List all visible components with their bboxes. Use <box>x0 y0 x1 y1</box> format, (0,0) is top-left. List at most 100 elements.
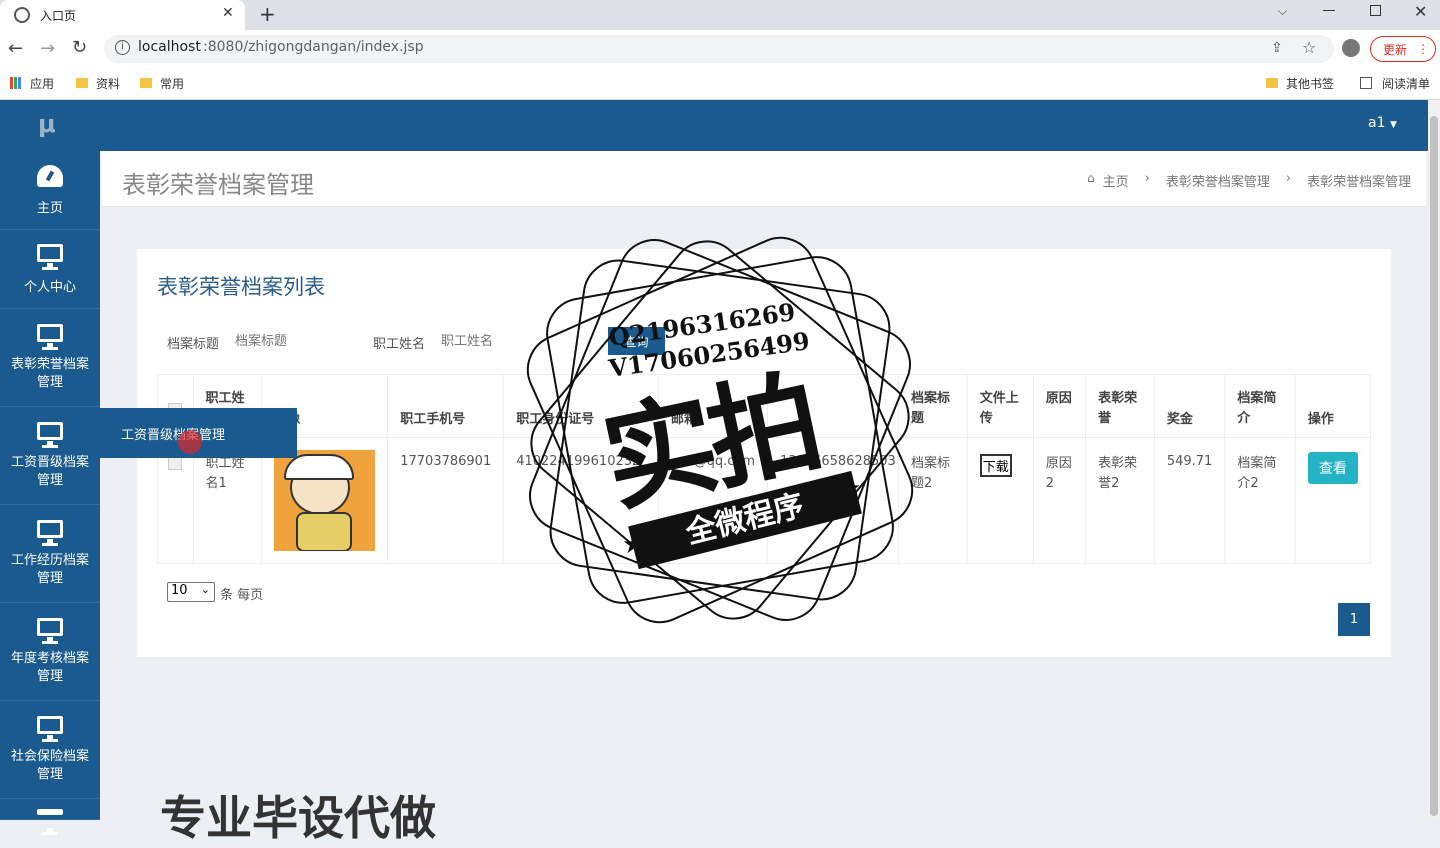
sidebar-item-label: 工作经历档案管理 <box>10 552 89 586</box>
page-size-select[interactable]: 10 ⌄ <box>167 582 215 602</box>
sidebar-item-home[interactable]: 主页 <box>0 151 100 230</box>
sidebar-item-more[interactable] <box>0 799 100 835</box>
name-search-input[interactable] <box>441 329 561 353</box>
cell-bonus: 549.71 <box>1153 437 1226 564</box>
close-tab-icon[interactable]: ✕ <box>222 5 234 21</box>
app-logo[interactable]: μ <box>38 110 56 138</box>
chevron-down-icon: ⌄ <box>200 583 210 596</box>
page-number: 1 <box>1349 612 1359 627</box>
cell-reason: 原因2 <box>1032 437 1087 564</box>
bookmark-other[interactable]: 其他书签 <box>1266 73 1334 93</box>
close-window-icon[interactable]: ✕ <box>1414 2 1427 21</box>
restore-icon[interactable] <box>1370 5 1381 16</box>
column-header <box>767 374 899 438</box>
sidebar-item-insurance[interactable]: 社会保险档案管理 <box>0 701 100 799</box>
data-table: 职工姓名 头像 职工手机号 职工身份证号 邮箱 档案标题 文件上传 原因 表彰荣… <box>157 374 1372 564</box>
bookmark-folder[interactable]: 常用 <box>140 73 184 93</box>
sidebar-item-honor[interactable]: 表彰荣誉档案管理 <box>0 309 100 407</box>
panel-title: 表彰荣誉档案列表 <box>157 275 325 299</box>
cell-id-card: 410224199610232 <box>503 437 659 564</box>
breadcrumb: ⌂ 主页 › 表彰荣誉档案管理 › 表彰荣誉档案管理 <box>1087 171 1411 190</box>
profile-icon[interactable] <box>1342 39 1360 57</box>
row-checkbox[interactable] <box>168 456 182 470</box>
monitor-icon <box>37 243 63 270</box>
sidebar-item-label: 主页 <box>36 200 63 216</box>
bookmark-apps[interactable]: 应用 <box>10 73 54 93</box>
dashboard-icon <box>37 164 63 187</box>
breadcrumb-item[interactable]: 表彰荣誉档案管理 <box>1166 171 1270 190</box>
scrollbar-thumb[interactable] <box>1430 116 1438 816</box>
chevron-right-icon: › <box>1285 171 1292 186</box>
new-tab-icon[interactable]: + <box>259 2 276 26</box>
cell-intro: 档案简介2 <box>1224 437 1296 564</box>
reading-list[interactable]: 阅读清单 <box>1360 73 1430 93</box>
cell-phone: 17703786901 <box>387 437 505 564</box>
bookmark-label: 其他书签 <box>1286 76 1335 91</box>
search-button[interactable]: 查询 <box>608 327 665 355</box>
cell-upload: 下载 <box>966 437 1034 564</box>
more-icon: ⋮ <box>1417 42 1430 56</box>
download-link[interactable]: 下载 <box>979 454 1012 477</box>
avatar <box>274 450 376 551</box>
filter-label: 档案标题 <box>167 337 220 352</box>
cell-extra: 13866658628503 <box>767 437 899 564</box>
user-menu[interactable]: a1 ▼ <box>1368 115 1397 131</box>
home-icon: ⌂ <box>1087 171 1095 185</box>
view-button[interactable]: 查看 <box>1307 452 1358 484</box>
page-size-value: 10 <box>171 583 188 598</box>
pagination-page[interactable]: 1 <box>1338 603 1370 636</box>
bookmark-label: 资料 <box>96 76 121 91</box>
cell-title: 档案标题2 <box>898 437 968 564</box>
caret-down-icon: ▼ <box>1389 120 1397 130</box>
filter-label: 职工姓名 <box>373 337 426 352</box>
column-header: 原因 <box>1032 374 1087 438</box>
column-header: 职工手机号 <box>387 374 505 438</box>
app-topbar: μ a1 ▼ <box>0 100 1440 151</box>
share-icon[interactable]: ⇪ <box>1271 40 1283 56</box>
sidebar-item-label: 工资晋级档案管理 <box>10 454 89 488</box>
monitor-icon <box>37 809 63 835</box>
folder-icon <box>76 78 88 88</box>
title-search-input[interactable] <box>235 329 355 353</box>
sidebar-item-label: 个人中心 <box>23 279 76 295</box>
user-name: a1 <box>1368 115 1386 131</box>
bookmark-label: 阅读清单 <box>1382 76 1431 91</box>
sidebar-item-experience[interactable]: 工作经历档案管理 <box>0 505 100 603</box>
forward-icon[interactable]: → <box>40 38 55 59</box>
info-icon: i <box>115 40 130 55</box>
column-header: 奖金 <box>1153 374 1226 438</box>
sidebar-item-annual[interactable]: 年度考核档案管理 <box>0 603 100 701</box>
globe-icon <box>14 7 30 23</box>
column-header: 文件上传 <box>966 374 1034 438</box>
sidebar-item-profile[interactable]: 个人中心 <box>0 230 100 309</box>
reload-icon[interactable]: ↻ <box>72 37 87 58</box>
folder-icon <box>140 78 152 88</box>
bookmark-label: 应用 <box>30 76 55 91</box>
monitor-icon <box>37 617 63 644</box>
back-icon[interactable]: ← <box>8 38 23 59</box>
breadcrumb-home[interactable]: 主页 <box>1103 171 1129 190</box>
minimize-icon[interactable] <box>1323 10 1335 11</box>
cell-email: @qq.com <box>657 437 769 564</box>
chevron-right-icon: › <box>1144 171 1150 186</box>
sidebar-item-salary[interactable]: 工资晋级档案管理 <box>0 407 100 505</box>
url-host: localhost <box>138 39 201 55</box>
star-icon[interactable]: ☆ <box>1302 38 1316 57</box>
bookmark-folder[interactable]: 资料 <box>76 73 120 93</box>
column-header: 表彰荣誉 <box>1085 374 1155 438</box>
page-header: 表彰荣誉档案管理 ⌂ 主页 › 表彰荣誉档案管理 › 表彰荣誉档案管理 <box>102 151 1426 207</box>
list-panel: 表彰荣誉档案列表 档案标题 职工姓名 查询 职工姓名 头像 职工手机号 职工身份… <box>137 249 1391 657</box>
page-title: 表彰荣誉档案管理 <box>122 171 314 199</box>
sidebar-item-label: 表彰荣誉档案管理 <box>10 356 89 390</box>
browser-tab[interactable]: 入口页 ✕ <box>0 0 245 30</box>
popup-label: 工资晋级档案管理 <box>121 428 226 443</box>
monitor-icon <box>37 715 63 742</box>
apps-grid-icon <box>10 77 22 89</box>
update-button[interactable]: 更新 ⋮ <box>1370 36 1436 62</box>
column-header: 档案简介 <box>1224 374 1296 438</box>
monitor-icon <box>37 519 63 546</box>
cell-action: 查看 <box>1294 437 1372 564</box>
cell-honor: 表彰荣誉2 <box>1085 437 1155 564</box>
watermark-bottom-text: 专业毕设代做 <box>160 791 436 845</box>
tab-search-icon[interactable]: ⌵ <box>1278 4 1287 19</box>
